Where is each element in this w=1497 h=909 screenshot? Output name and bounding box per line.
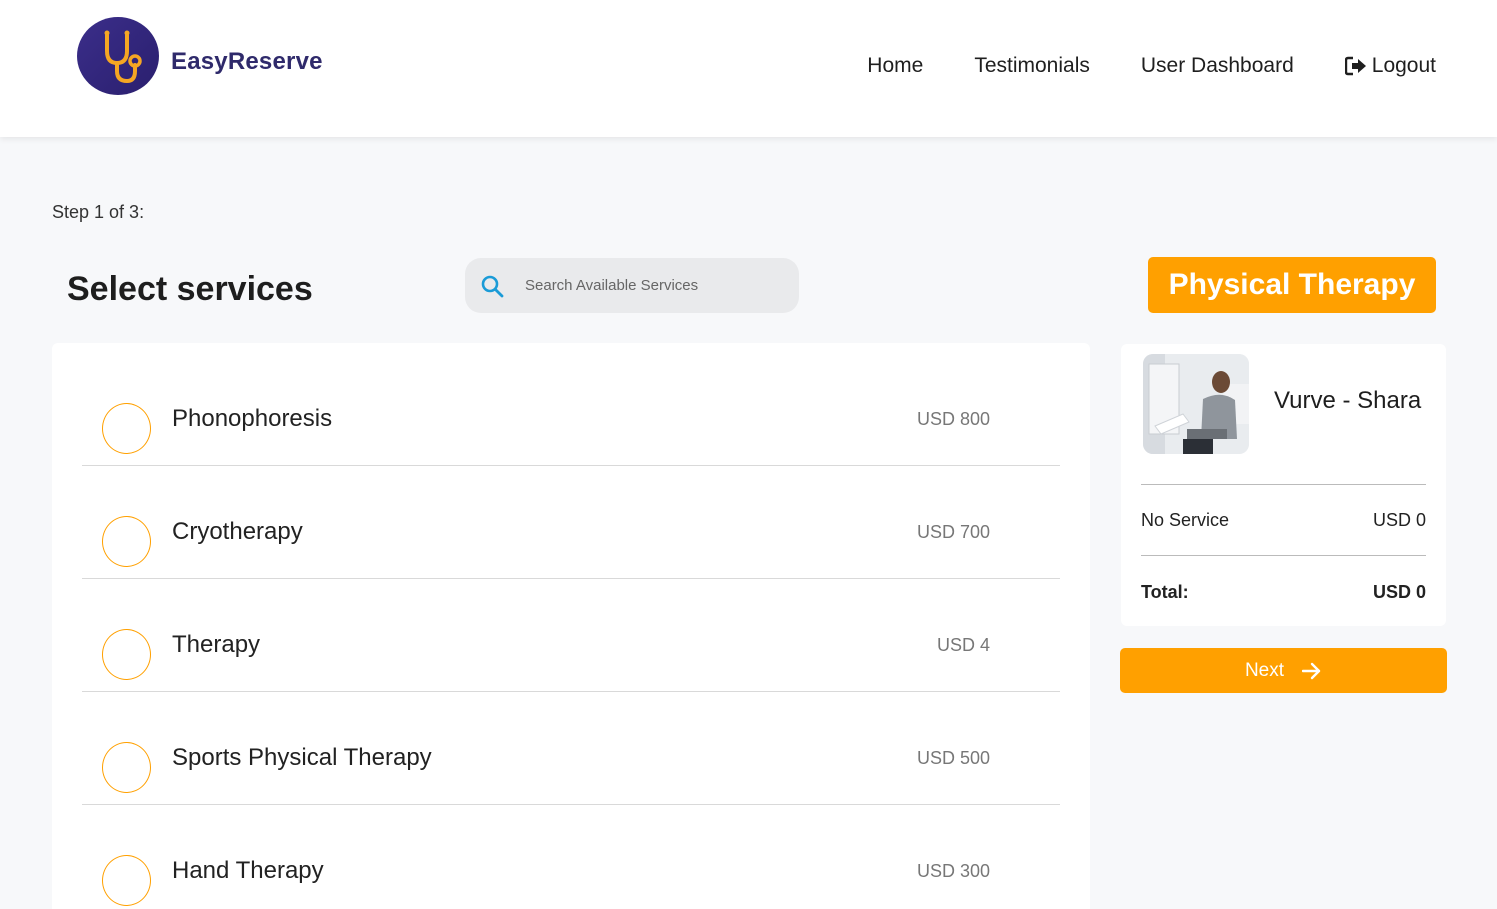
service-name: Therapy (172, 631, 261, 658)
service-item-cryotherapy[interactable]: Cryotherapy USD 700 (82, 466, 1060, 579)
line-item-amount: USD 0 (1372, 510, 1426, 530)
service-radio[interactable] (102, 403, 151, 454)
search-icon[interactable] (467, 274, 517, 298)
nav-testimonials[interactable]: Testimonials (974, 54, 1090, 78)
main-nav: Home Testimonials User Dashboard Logout (816, 54, 1436, 78)
service-radio[interactable] (102, 629, 151, 680)
provider-photo (1143, 354, 1249, 454)
nav-home-label: Home (867, 54, 924, 77)
stethoscope-icon (104, 30, 142, 84)
top-header: EasyReserve Home Testimonials User Dashb… (0, 0, 1497, 137)
service-radio[interactable] (102, 855, 151, 906)
nav-logout-label: Logout (1371, 54, 1436, 77)
service-item-sports-physical-therapy[interactable]: Sports Physical Therapy USD 500 (82, 692, 1060, 805)
service-name: Phonophoresis (172, 405, 333, 432)
summary-divider (1141, 555, 1426, 556)
total-amount: USD 0 (1372, 582, 1426, 602)
category-badge: Physical Therapy (1148, 257, 1436, 313)
logo[interactable] (77, 17, 159, 95)
nav-testimonials-label: Testimonials (974, 54, 1090, 77)
service-item-hand-therapy[interactable]: Hand Therapy USD 300 (82, 805, 1060, 909)
provider-name: Vurve - Shara (1274, 387, 1422, 414)
nav-home[interactable]: Home (867, 54, 923, 78)
logout-icon (1344, 56, 1367, 76)
page-title: Select services (67, 270, 313, 308)
total-label: Total: (1141, 582, 1189, 602)
service-name: Hand Therapy (172, 857, 324, 884)
service-name: Cryotherapy (172, 518, 303, 545)
service-price: USD 300 (916, 861, 990, 881)
line-item-label: No Service (1141, 510, 1230, 530)
next-button[interactable]: Next (1120, 648, 1447, 693)
service-radio[interactable] (102, 516, 151, 567)
service-item-phonophoresis[interactable]: Phonophoresis USD 800 (82, 353, 1060, 466)
service-name: Sports Physical Therapy (172, 744, 432, 771)
service-radio[interactable] (102, 742, 151, 793)
arrow-right-icon (1302, 662, 1322, 680)
summary-divider (1141, 484, 1426, 485)
booking-summary: Vurve - Shara No Service USD 0 Total: US… (1121, 344, 1446, 626)
step-indicator: Step 1 of 3: (52, 202, 145, 222)
brand-name[interactable]: EasyReserve (171, 48, 323, 76)
nav-logout[interactable]: Logout (1344, 54, 1436, 78)
nav-user-dashboard-label: User Dashboard (1140, 54, 1294, 77)
service-price: USD 800 (916, 409, 990, 429)
service-item-therapy[interactable]: Therapy USD 4 (82, 579, 1060, 692)
service-price: USD 4 (936, 635, 990, 655)
search-input[interactable] (525, 277, 785, 294)
services-list: Phonophoresis USD 800 Cryotherapy USD 70… (52, 343, 1090, 909)
summary-total: Total: USD 0 (1141, 582, 1426, 603)
nav-user-dashboard[interactable]: User Dashboard (1141, 54, 1294, 78)
summary-line-item: No Service USD 0 (1141, 510, 1426, 531)
next-button-label: Next (1244, 659, 1285, 681)
service-price: USD 500 (916, 748, 990, 768)
service-price: USD 700 (916, 522, 990, 542)
search-box[interactable] (465, 258, 799, 313)
